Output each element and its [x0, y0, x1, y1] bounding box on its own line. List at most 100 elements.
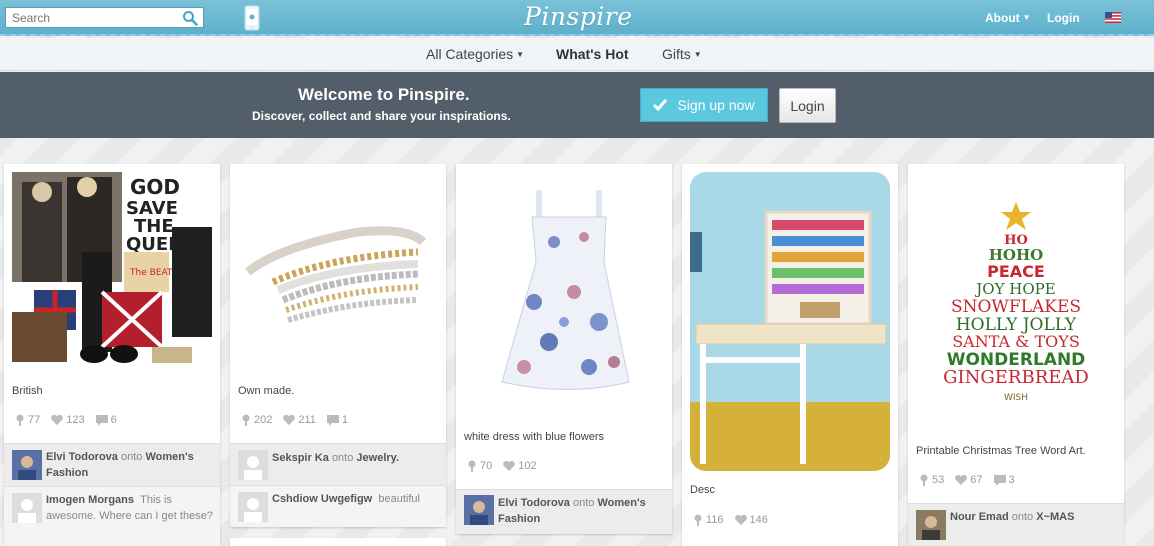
- about-menu[interactable]: About ▼: [985, 11, 1031, 25]
- bracelet-image: [238, 172, 438, 372]
- pin-card[interactable]: GOD SAVE THE QUEE The BEATLES British 77: [4, 164, 220, 546]
- user-link[interactable]: Sekspir Ka: [272, 452, 329, 464]
- avatar[interactable]: [12, 450, 42, 480]
- repin-count-value: 77: [28, 414, 41, 426]
- board-link[interactable]: X~MAS: [1036, 511, 1074, 523]
- pin-description: Desc: [690, 484, 716, 496]
- welcome-title: Welcome to Pinspire.: [298, 85, 470, 104]
- tree-word: JOY HOPE: [974, 280, 1055, 298]
- chevron-down-icon: ▼: [693, 50, 702, 59]
- search-box[interactable]: [5, 7, 204, 28]
- pin-image[interactable]: [464, 172, 664, 422]
- signup-button[interactable]: Sign up now: [640, 88, 768, 122]
- like-count[interactable]: 146: [734, 514, 768, 526]
- nav-whats-hot[interactable]: What's Hot: [556, 46, 629, 62]
- repin-count[interactable]: 202: [240, 414, 272, 426]
- attribution-text: Elvi Todorova onto Women's Fashion: [46, 449, 214, 481]
- comment-count-value: 6: [110, 414, 117, 426]
- repin-count-value: 53: [932, 474, 945, 486]
- user-link[interactable]: Nour Emad: [950, 511, 1009, 523]
- like-count-value: 67: [970, 474, 983, 486]
- heart-icon: [503, 460, 516, 471]
- comment-text: Cshdiow Uwgefigw beautiful: [272, 491, 440, 507]
- us-flag-icon[interactable]: [1105, 12, 1121, 23]
- repin-count[interactable]: 53: [918, 474, 944, 486]
- onto-label: onto: [572, 497, 595, 509]
- heart-icon: [955, 474, 968, 485]
- repin-count-value: 70: [480, 460, 493, 472]
- signup-label: Sign up now: [677, 97, 755, 113]
- nav-all-categories-label: All Categories: [426, 46, 514, 62]
- avatar[interactable]: [464, 495, 494, 525]
- login-button[interactable]: Login: [779, 88, 836, 123]
- like-count[interactable]: 123: [50, 414, 85, 426]
- pin-attribution: Elvi Todorova onto Women's Fashion: [456, 489, 672, 534]
- comment-body: beautiful: [378, 493, 420, 505]
- about-label: About: [985, 11, 1020, 25]
- pin-icon: [468, 460, 476, 472]
- pin-stats: 53 67 3: [918, 474, 1025, 486]
- pin-attribution: Elvi Todorova onto Women's Fashion: [4, 443, 220, 486]
- search-icon[interactable]: [182, 10, 198, 26]
- user-link[interactable]: Elvi Todorova: [498, 497, 570, 509]
- pin-image[interactable]: [238, 172, 438, 372]
- avatar[interactable]: [238, 492, 268, 522]
- pin-card[interactable]: HO HOHO PEACE JOY HOPE SNOWFLAKES HOLLY …: [908, 164, 1124, 546]
- mobile-app-icon[interactable]: [243, 5, 261, 31]
- pin-card[interactable]: [230, 538, 446, 546]
- category-nav: All Categories ▼ What's Hot Gifts ▼: [0, 38, 1154, 71]
- heart-icon: [734, 514, 747, 525]
- pinspire-logo[interactable]: Pinspire: [524, 2, 633, 31]
- comment-count-value: 3: [1008, 474, 1015, 486]
- pin-image[interactable]: HO HOHO PEACE JOY HOPE SNOWFLAKES HOLLY …: [916, 172, 1116, 432]
- pin-card[interactable]: Desc 116 146: [682, 164, 898, 546]
- welcome-banner: Welcome to Pinspire. Discover, collect a…: [0, 72, 1154, 138]
- onto-label: onto: [120, 451, 143, 463]
- pin-image[interactable]: [690, 172, 890, 471]
- comment-text: Imogen Morgans This is awesome. Where ca…: [46, 492, 214, 524]
- like-count-value: 211: [298, 414, 316, 426]
- board-link[interactable]: Jewelry.: [356, 452, 399, 464]
- pin-card[interactable]: Own made. 202 211 1 Sekspir Ka onto Jewe…: [230, 164, 446, 527]
- pin-attribution: Sekspir Ka onto Jewelry.: [230, 443, 446, 485]
- avatar[interactable]: [916, 510, 946, 540]
- pin-icon: [920, 474, 928, 486]
- craft-room-desk-image: [690, 172, 890, 471]
- nav-all-categories[interactable]: All Categories ▼: [426, 46, 524, 62]
- pin-stats: 77 123 6: [14, 414, 127, 426]
- tree-word: SANTA & TOYS: [952, 332, 1080, 351]
- nav-gifts[interactable]: Gifts ▼: [662, 46, 702, 62]
- like-count[interactable]: 211: [282, 414, 316, 426]
- repin-count[interactable]: 77: [14, 414, 40, 426]
- comment-count-value: 1: [341, 414, 349, 426]
- pin-description: Own made.: [238, 385, 295, 397]
- pin-stats: 116 146: [692, 514, 778, 526]
- user-link[interactable]: Elvi Todorova: [46, 451, 118, 463]
- attribution-text: Nour Emad onto X~MAS: [950, 509, 1118, 525]
- commenter-link[interactable]: Cshdiow Uwgefigw: [272, 493, 372, 505]
- commenter-link[interactable]: Imogen Morgans: [46, 494, 134, 506]
- welcome-subtitle: Discover, collect and share your inspira…: [252, 109, 511, 123]
- search-input[interactable]: [6, 8, 176, 27]
- like-count-value: 146: [749, 514, 768, 526]
- repin-count-value: 116: [706, 514, 724, 526]
- avatar[interactable]: [238, 450, 268, 480]
- repin-count[interactable]: 70: [466, 460, 492, 472]
- christmas-tree-word-art-image: HO HOHO PEACE JOY HOPE SNOWFLAKES HOLLY …: [916, 172, 1116, 432]
- tree-word: GINGERBREAD: [943, 367, 1089, 388]
- repin-count[interactable]: 116: [692, 514, 724, 526]
- like-count[interactable]: 67: [954, 474, 983, 486]
- pin-description: Printable Christmas Tree Word Art.: [916, 445, 1086, 457]
- avatar[interactable]: [12, 493, 42, 523]
- like-count-value: 102: [518, 460, 537, 472]
- comment-count[interactable]: 3: [993, 474, 1015, 486]
- comment-count[interactable]: 6: [95, 414, 117, 426]
- login-link[interactable]: Login: [1047, 11, 1080, 25]
- pin-card[interactable]: white dress with blue flowers 70 102 Elv…: [456, 164, 672, 534]
- nav-gifts-label: Gifts: [662, 46, 691, 62]
- onto-label: onto: [331, 452, 354, 464]
- like-count[interactable]: 102: [502, 460, 537, 472]
- comment-count[interactable]: 1: [326, 414, 348, 426]
- pin-image[interactable]: GOD SAVE THE QUEE The BEATLES: [12, 172, 212, 371]
- tree-word: PEACE: [987, 262, 1045, 281]
